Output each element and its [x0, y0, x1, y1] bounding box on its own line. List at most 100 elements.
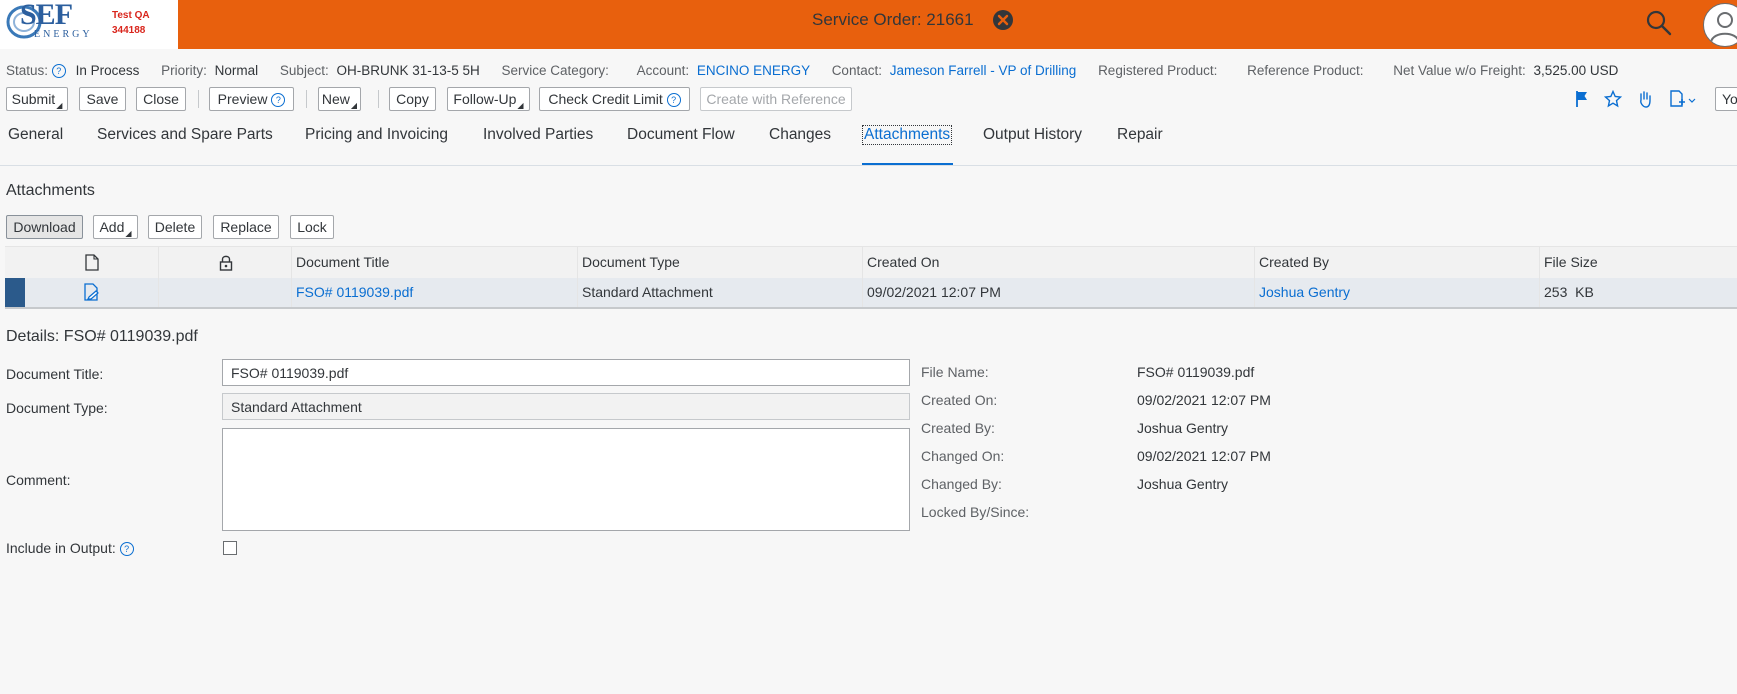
- close-button[interactable]: Close: [136, 87, 186, 111]
- document-type-label: Document Type:: [6, 400, 108, 416]
- tab-involved-parties[interactable]: Involved Parties: [483, 126, 593, 144]
- locked-by-since-label: Locked By/Since:: [921, 504, 1030, 520]
- close-circle-icon[interactable]: [992, 9, 1014, 31]
- status-label: Status:: [6, 63, 49, 78]
- tab-divider: [0, 165, 1737, 166]
- document-title-input[interactable]: [222, 359, 910, 386]
- lock-button[interactable]: Lock: [290, 215, 334, 239]
- include-in-output-checkbox[interactable]: [223, 541, 237, 555]
- object-header-attributes: Status: ? In Process Priority: Normal Su…: [6, 63, 1619, 79]
- company-logo[interactable]: SEF ENERGY Test QA 344188: [0, 0, 178, 49]
- copy-label: Copy: [396, 91, 429, 107]
- table-row[interactable]: FSO# 0119039.pdf Standard Attachment 09/…: [5, 278, 1737, 309]
- lock-label: Lock: [297, 219, 327, 235]
- user-avatar-icon[interactable]: [1703, 3, 1737, 47]
- add-button[interactable]: Add◢: [93, 215, 138, 239]
- net-value: 3,525.00 USD: [1533, 63, 1619, 78]
- column-divider: [1539, 246, 1540, 307]
- status-value: In Process: [75, 63, 140, 78]
- document-title-link[interactable]: FSO# 0119039.pdf: [296, 284, 413, 300]
- info-icon: ?: [666, 93, 681, 108]
- column-header-created-by[interactable]: Created By: [1259, 254, 1329, 270]
- flag-icon[interactable]: [1574, 90, 1590, 108]
- info-icon: ?: [271, 93, 286, 108]
- row-selection-marker[interactable]: [5, 278, 25, 307]
- toolbar-separator: [306, 90, 307, 108]
- tab-changes[interactable]: Changes: [769, 126, 831, 144]
- column-divider: [158, 246, 159, 307]
- column-header-file-size[interactable]: File Size: [1544, 254, 1598, 270]
- column-divider: [1254, 246, 1255, 307]
- tab-general[interactable]: General: [8, 126, 63, 144]
- net-value-label: Net Value w/o Freight:: [1393, 63, 1526, 78]
- document-title-label: Document Title:: [6, 366, 104, 382]
- file-name-value: FSO# 0119039.pdf: [1137, 364, 1255, 380]
- table-header: Document Title Document Type Created On …: [5, 246, 1737, 279]
- delete-label: Delete: [154, 219, 196, 235]
- created-by-label: Created By:: [921, 420, 995, 436]
- contact-label: Contact:: [831, 63, 882, 78]
- submit-label: Submit: [11, 91, 56, 107]
- document-type-field: [222, 393, 910, 420]
- download-button[interactable]: Download: [6, 215, 83, 239]
- priority-label: Priority:: [161, 63, 207, 78]
- save-label: Save: [86, 91, 119, 107]
- tab-attachments[interactable]: Attachments: [862, 125, 953, 145]
- star-icon[interactable]: [1604, 90, 1622, 108]
- tab-output-history[interactable]: Output History: [983, 126, 1082, 144]
- created-by-link[interactable]: Joshua Gentry: [1259, 284, 1350, 300]
- save-button[interactable]: Save: [79, 87, 126, 111]
- document-type-cell: Standard Attachment: [582, 284, 713, 300]
- close-label: Close: [143, 91, 179, 107]
- preview-label: Preview: [217, 90, 268, 107]
- add-label: Add: [99, 219, 125, 235]
- user-menu-button[interactable]: Yo: [1715, 87, 1737, 111]
- follow-up-label: Follow-Up: [453, 91, 517, 107]
- check-credit-limit-button[interactable]: Check Credit Limit ?: [539, 87, 690, 111]
- changed-on-value: 09/02/2021 12:07 PM: [1137, 448, 1271, 464]
- page-title: Service Order: 21661: [812, 10, 974, 29]
- logo-subtext: ENERGY: [34, 29, 93, 40]
- created-by-link[interactable]: Joshua Gentry: [1137, 420, 1228, 436]
- created-on-label: Created On:: [921, 392, 998, 408]
- create-with-reference-button[interactable]: Create with Reference: [700, 87, 852, 111]
- delete-button[interactable]: Delete: [148, 215, 202, 239]
- account-link[interactable]: ENCINO ENERGY: [697, 63, 810, 78]
- submit-button[interactable]: Submit◢: [6, 87, 68, 111]
- logo-text: SEF: [20, 0, 73, 31]
- user-menu-label: Yo: [1722, 91, 1737, 107]
- search-icon[interactable]: [1645, 9, 1673, 37]
- info-icon[interactable]: ?: [51, 64, 66, 79]
- column-header-created-on[interactable]: Created On: [867, 254, 939, 270]
- tab-repair[interactable]: Repair: [1117, 126, 1163, 144]
- preview-button[interactable]: Preview ?: [209, 87, 294, 111]
- replace-label: Replace: [220, 219, 272, 235]
- changed-on-label: Changed On:: [921, 448, 1005, 464]
- lock-icon: [219, 255, 233, 271]
- document-edit-icon[interactable]: [83, 283, 101, 302]
- replace-button[interactable]: Replace: [213, 215, 279, 239]
- download-label: Download: [13, 219, 76, 235]
- hand-icon[interactable]: [1636, 90, 1654, 108]
- follow-up-button[interactable]: Follow-Up◢: [447, 87, 530, 111]
- shell-header: SEF ENERGY Test QA 344188 Service Order:…: [0, 0, 1737, 49]
- add-document-icon[interactable]: [1668, 90, 1698, 108]
- changed-by-link[interactable]: Joshua Gentry: [1137, 476, 1228, 492]
- column-header-document-type[interactable]: Document Type: [582, 254, 680, 270]
- tab-pricing-and-invoicing[interactable]: Pricing and Invoicing: [305, 126, 448, 144]
- environment-label: Test QA: [112, 10, 150, 21]
- registered-product-label: Registered Product:: [1098, 63, 1218, 78]
- column-header-document-title[interactable]: Document Title: [296, 254, 389, 270]
- reference-product-label: Reference Product:: [1247, 63, 1364, 78]
- comment-textarea[interactable]: [222, 428, 910, 531]
- contact-link[interactable]: Jameson Farrell - VP of Drilling: [890, 63, 1077, 78]
- new-button[interactable]: New◢: [318, 87, 361, 111]
- subject-value: OH-BRUNK 31-13-5 5H: [336, 63, 480, 78]
- column-divider: [862, 246, 863, 307]
- tab-services-and-spare-parts[interactable]: Services and Spare Parts: [97, 126, 273, 144]
- service-category-label: Service Category:: [501, 63, 609, 78]
- copy-button[interactable]: Copy: [389, 87, 436, 111]
- info-icon[interactable]: ?: [119, 542, 134, 557]
- tab-document-flow[interactable]: Document Flow: [627, 126, 735, 144]
- created-on-value: 09/02/2021 12:07 PM: [1137, 392, 1271, 408]
